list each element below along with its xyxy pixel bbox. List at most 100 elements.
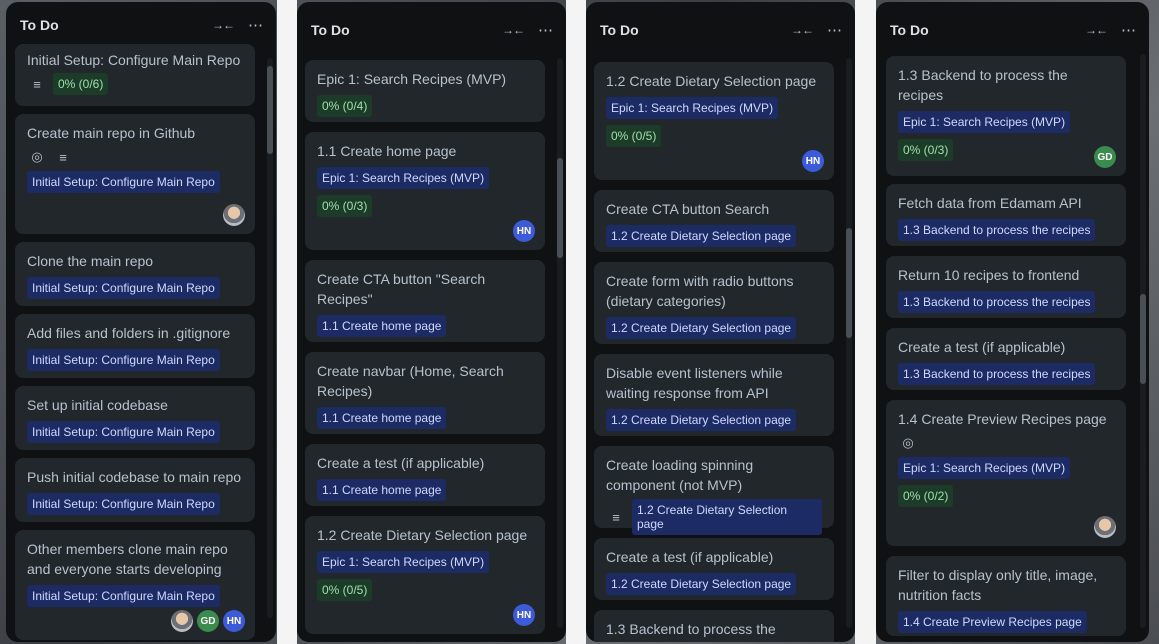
card[interactable]: Create CTA button "Search Recipes" 1.1 C… xyxy=(305,260,545,342)
card[interactable]: Create main repo in Github ◎ ≡ Initial S… xyxy=(15,114,255,234)
scrollbar[interactable] xyxy=(557,58,563,628)
card[interactable]: Disable event listeners while waiting re… xyxy=(594,354,834,436)
member-avatar[interactable]: GD xyxy=(197,610,219,632)
scrollbar[interactable] xyxy=(267,58,273,618)
card[interactable]: Create CTA button Search 1.2 Create Diet… xyxy=(594,190,834,252)
card-title: Other members clone main repo and everyo… xyxy=(27,541,228,577)
card-title: Create CTA button Search xyxy=(606,201,770,217)
card[interactable]: Clone the main repo Initial Setup: Confi… xyxy=(15,242,255,306)
card[interactable]: 1.2 Create Dietary Selection page Epic 1… xyxy=(305,516,545,634)
list-column: To Do →← ⋯ 1.2 Create Dietary Selection … xyxy=(586,2,855,642)
card-label: Initial Setup: Configure Main Repo xyxy=(27,171,220,193)
card[interactable]: Filter to display only title, image, nut… xyxy=(886,556,1126,636)
card-title: 1.4 Create Preview Recipes page xyxy=(898,411,1107,427)
card-label: Initial Setup: Configure Main Repo xyxy=(27,585,220,607)
list-title: To Do xyxy=(600,22,639,38)
card[interactable]: Add files and folders in .gitignore Init… xyxy=(15,314,255,378)
card[interactable]: Create a test (if applicable) 1.2 Create… xyxy=(594,538,834,600)
card-title: 1.2 Create Dietary Selection page xyxy=(317,527,528,543)
card-title: 1.3 Backend to process the recipes xyxy=(606,621,776,642)
card[interactable]: 1.2 Create Dietary Selection page Epic 1… xyxy=(594,62,834,180)
card-title: Push initial codebase to main repo xyxy=(27,469,242,485)
collapse-list-icon[interactable]: →← xyxy=(212,18,235,32)
list-column: To Do →← ⋯ Initial Setup: Configure Main… xyxy=(6,2,276,642)
card-title: Filter to display only title, image, nut… xyxy=(898,567,1098,603)
card-title: Return 10 recipes to frontend xyxy=(898,267,1080,283)
list-title: To Do xyxy=(311,22,350,38)
card[interactable]: Push initial codebase to main repo Initi… xyxy=(15,458,255,522)
card[interactable]: 1.4 Create Preview Recipes page ◎ Epic 1… xyxy=(886,400,1126,546)
description-icon: ≡ xyxy=(59,149,67,165)
member-avatar[interactable] xyxy=(1094,516,1116,538)
card-title: Clone the main repo xyxy=(27,253,154,269)
member-avatar[interactable]: GD xyxy=(1094,146,1116,168)
member-avatar[interactable]: HN xyxy=(513,220,535,242)
collapse-list-icon[interactable]: →← xyxy=(502,23,525,37)
checklist-progress: 0% (0/6) xyxy=(53,73,109,95)
card[interactable]: Create a test (if applicable) 1.3 Backen… xyxy=(886,328,1126,390)
member-avatar[interactable]: HN xyxy=(802,150,824,172)
card[interactable]: 1.3 Backend to process the recipes xyxy=(594,610,834,642)
card-label: Initial Setup: Configure Main Repo xyxy=(27,277,220,299)
card[interactable]: Epic 1: Search Recipes (MVP) 0% (0/4) xyxy=(305,60,545,122)
card-title: Create a test (if applicable) xyxy=(317,455,485,471)
scrollbar[interactable] xyxy=(846,58,852,628)
watch-icon: ◎ xyxy=(902,435,914,450)
scrollbar-thumb[interactable] xyxy=(1140,294,1146,384)
card-title: Create a test (if applicable) xyxy=(898,339,1066,355)
card-label: 1.2 Create Dietary Selection page xyxy=(606,573,797,595)
card[interactable]: Other members clone main repo and everyo… xyxy=(15,530,255,640)
card-label: Initial Setup: Configure Main Repo xyxy=(27,493,220,515)
card-label: Epic 1: Search Recipes (MVP) xyxy=(606,97,779,119)
list-actions-icon[interactable]: ⋯ xyxy=(827,21,843,39)
scrollbar[interactable] xyxy=(1140,54,1146,628)
card-label: Epic 1: Search Recipes (MVP) xyxy=(898,111,1071,133)
card[interactable]: Create form with radio buttons (dietary … xyxy=(594,262,834,344)
scrollbar-thumb[interactable] xyxy=(846,228,852,338)
card-title: 1.2 Create Dietary Selection page xyxy=(606,73,817,89)
list-actions-icon[interactable]: ⋯ xyxy=(248,16,264,34)
card[interactable]: Create a test (if applicable) 1.1 Create… xyxy=(305,444,545,506)
card-label: 1.2 Create Dietary Selection page xyxy=(606,317,797,339)
member-avatar[interactable]: HN xyxy=(223,610,245,632)
checklist-progress: 0% (0/3) xyxy=(898,139,954,161)
card-label: 1.1 Create home page xyxy=(317,407,447,429)
checklist-progress: 0% (0/2) xyxy=(898,485,954,507)
description-icon: ≡ xyxy=(612,509,620,525)
card-title: Create a test (if applicable) xyxy=(606,549,774,565)
collapse-list-icon[interactable]: →← xyxy=(1085,23,1108,37)
member-avatar[interactable] xyxy=(223,204,245,226)
card[interactable]: Create navbar (Home, Search Recipes) 1.1… xyxy=(305,352,545,434)
card-title: Epic 1: Search Recipes (MVP) xyxy=(317,71,507,87)
card[interactable]: Fetch data from Edamam API 1.3 Backend t… xyxy=(886,184,1126,246)
card-title: Initial Setup: Configure Main Repo xyxy=(27,52,241,68)
card[interactable]: 1.3 Backend to process the recipes Epic … xyxy=(886,56,1126,176)
list-column: To Do →← ⋯ Epic 1: Search Recipes (MVP) … xyxy=(297,2,566,642)
card-label: 1.3 Backend to process the recipes xyxy=(898,363,1096,385)
list-cards: Initial Setup: Configure Main Repo ≡ 0% … xyxy=(6,42,276,642)
scrollbar-thumb[interactable] xyxy=(267,66,273,154)
list-cards: 1.3 Backend to process the recipes Epic … xyxy=(876,54,1149,642)
list-actions-icon[interactable]: ⋯ xyxy=(1121,21,1137,39)
list-title: To Do xyxy=(890,22,929,38)
card-label: 1.4 Create Preview Recipes page xyxy=(898,611,1087,633)
card-label: Initial Setup: Configure Main Repo xyxy=(27,349,220,371)
checklist-progress: 0% (0/4) xyxy=(317,95,373,117)
card-label: 1.2 Create Dietary Selection page xyxy=(631,499,822,535)
card-title: Create CTA button "Search Recipes" xyxy=(317,271,486,307)
scrollbar-thumb[interactable] xyxy=(557,158,563,258)
list-cards: 1.2 Create Dietary Selection page Epic 1… xyxy=(586,58,855,642)
card[interactable]: Set up initial codebase Initial Setup: C… xyxy=(15,386,255,450)
card[interactable]: Create loading spinning component (not M… xyxy=(594,446,834,535)
card-label: 1.3 Backend to process the recipes xyxy=(898,219,1096,241)
collapse-list-icon[interactable]: →← xyxy=(791,23,814,37)
member-avatar[interactable] xyxy=(171,610,193,632)
member-avatar[interactable]: HN xyxy=(513,604,535,626)
card[interactable]: Return 10 recipes to frontend 1.3 Backen… xyxy=(886,256,1126,318)
card[interactable]: Initial Setup: Configure Main Repo ≡ 0% … xyxy=(15,44,255,106)
list-actions-icon[interactable]: ⋯ xyxy=(538,21,554,39)
card-title: Disable event listeners while waiting re… xyxy=(606,365,783,401)
card[interactable]: 1.1 Create home page Epic 1: Search Reci… xyxy=(305,132,545,250)
watch-icon: ◎ xyxy=(31,149,43,164)
card-title: Create loading spinning component (not M… xyxy=(606,457,754,493)
